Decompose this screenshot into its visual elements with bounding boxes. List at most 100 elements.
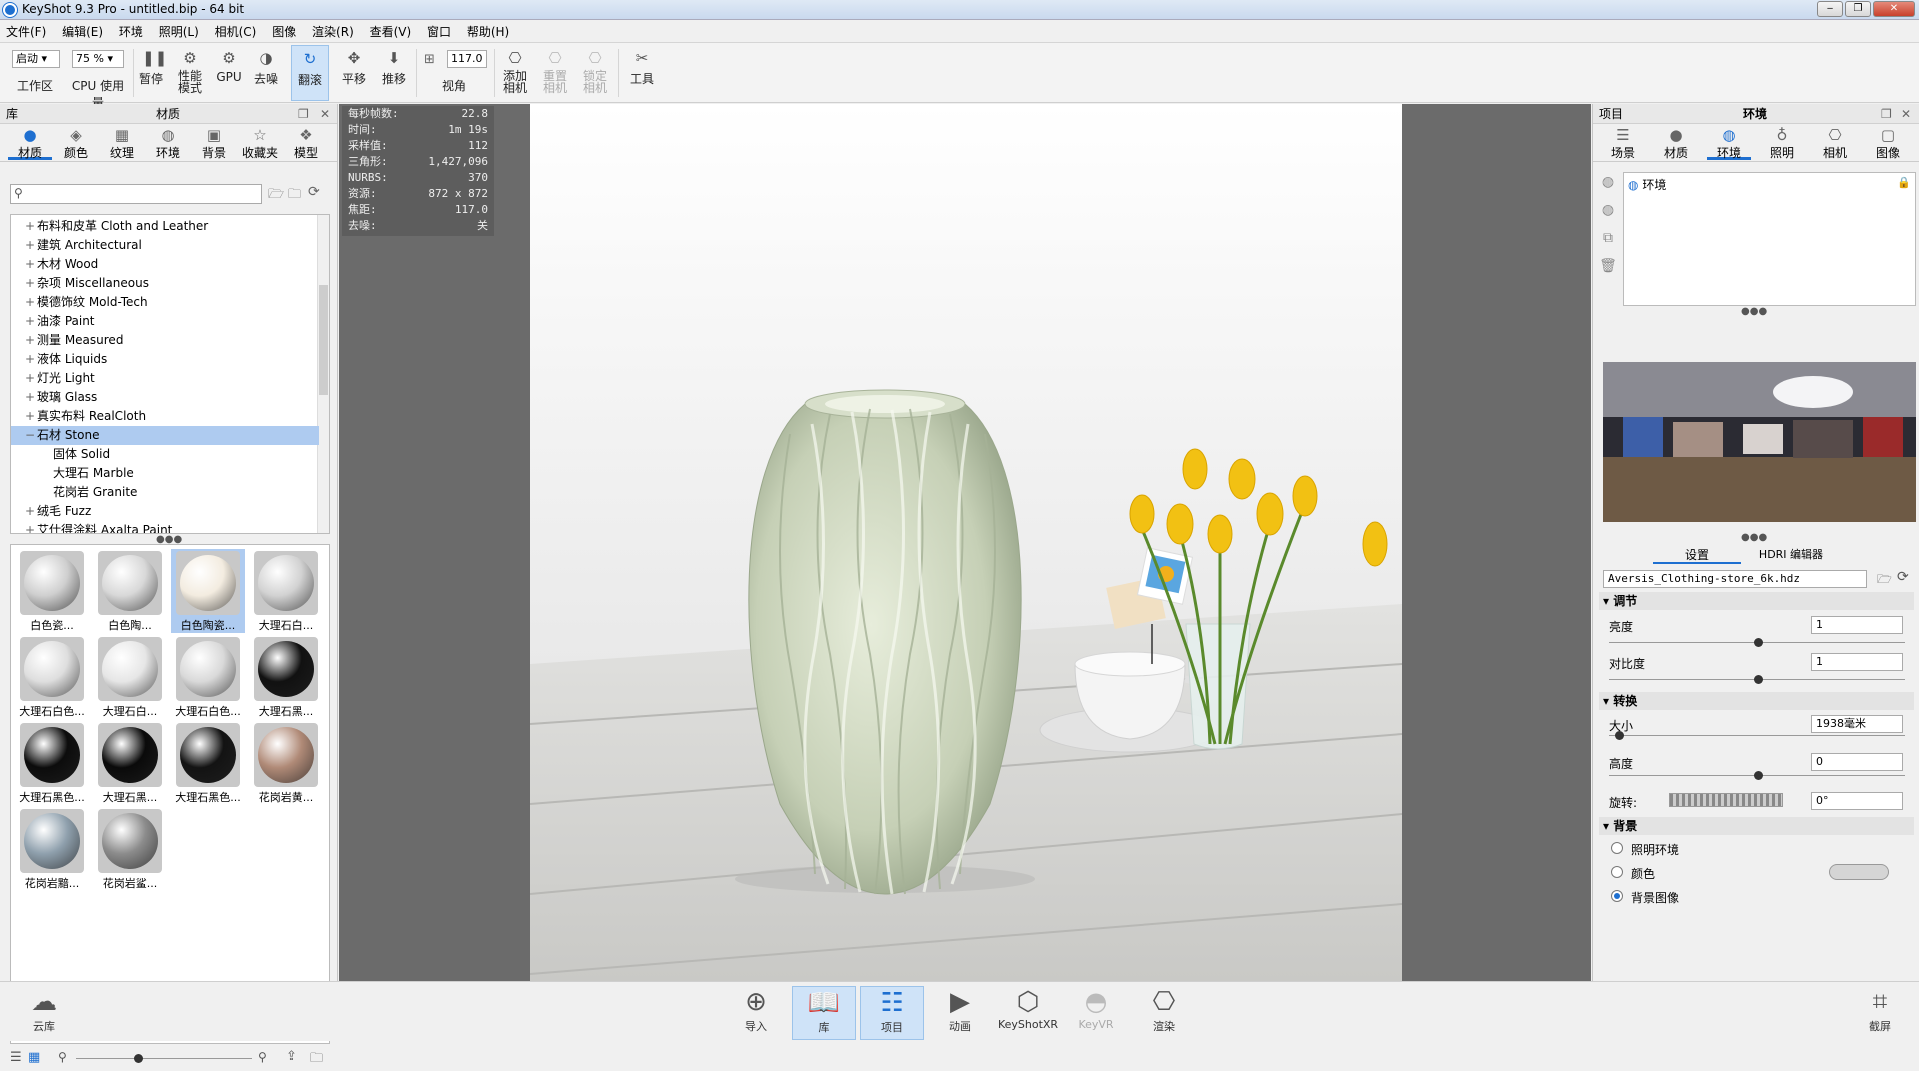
tree-item[interactable]: + 艾仕得涂料 Axalta Paint — [11, 521, 319, 533]
size-slider[interactable] — [1609, 735, 1905, 736]
workspace-combo[interactable]: 启动 ▾ — [12, 50, 60, 68]
denoise-button[interactable]: ◑ 去噪 — [250, 49, 282, 87]
subtab-hdri-editor[interactable]: HDRI 编辑器 — [1743, 546, 1839, 564]
menu-lighting[interactable]: 照明(L) — [153, 21, 205, 43]
rotation-input[interactable]: 0° — [1811, 792, 1903, 810]
expand-icon[interactable]: + — [23, 312, 37, 331]
menu-view[interactable]: 查看(V) — [364, 21, 418, 43]
material-thumbnail[interactable]: 花岗岩鲨... — [93, 807, 167, 891]
bg-image-radio[interactable] — [1611, 890, 1623, 902]
splitter-handle[interactable]: ●●● — [1741, 306, 1767, 317]
tree-item[interactable]: + 液体 Liquids — [11, 350, 319, 369]
rotation-dial[interactable] — [1669, 793, 1783, 807]
material-thumbnail[interactable]: 大理石黑... — [249, 635, 323, 719]
project-button[interactable]: ☷ 项目 — [860, 986, 924, 1040]
float-panel-icon[interactable]: ❐ — [1881, 104, 1892, 124]
tab-colors[interactable]: ◈ 颜色 — [54, 126, 98, 161]
material-thumbnail[interactable]: 白色陶... — [93, 549, 167, 633]
material-thumbnail[interactable]: 大理石黑... — [93, 721, 167, 805]
height-knob[interactable] — [1754, 771, 1763, 780]
thumbnail-size-knob[interactable] — [134, 1054, 143, 1063]
expand-icon[interactable]: + — [23, 236, 37, 255]
tree-item[interactable]: 花岗岩 Granite — [11, 483, 319, 502]
import-button[interactable]: ⊕ 导入 — [724, 986, 788, 1040]
screenshot-button[interactable]: ⌗ 截屏 — [1848, 986, 1912, 1040]
hdri-file-field[interactable]: Aversis_Clothing-store_6k.hdz — [1603, 570, 1867, 588]
material-thumbnail[interactable]: 大理石黑色... — [171, 721, 245, 805]
menu-file[interactable]: 文件(F) — [0, 21, 52, 43]
brightness-knob[interactable] — [1754, 638, 1763, 647]
close-panel-icon[interactable]: ✕ — [320, 104, 330, 124]
menu-edit[interactable]: 编辑(E) — [56, 21, 109, 43]
add-camera-button[interactable]: ⎔ 添加 相机 — [498, 49, 532, 94]
tab-favorites[interactable]: ☆ 收藏夹 — [238, 126, 282, 161]
material-thumbnail[interactable]: 白色瓷... — [15, 549, 89, 633]
maximize-button[interactable]: ❐ — [1845, 1, 1871, 17]
section-adjust[interactable]: ▾ 调节 — [1599, 592, 1914, 610]
tree-item[interactable]: + 玻璃 Glass — [11, 388, 319, 407]
tree-item[interactable]: + 测量 Measured — [11, 331, 319, 350]
render-button[interactable]: ⎔ 渲染 — [1132, 986, 1196, 1040]
close-button[interactable]: ✕ — [1873, 1, 1915, 17]
tree-item[interactable]: − 石材 Stone — [11, 426, 319, 445]
tools-button[interactable]: ✂ 工具 — [624, 49, 660, 87]
bg-color-radio[interactable] — [1611, 866, 1623, 878]
menu-image[interactable]: 图像 — [266, 21, 302, 43]
refresh-icon[interactable]: ⟳ — [308, 184, 320, 200]
tab-material[interactable]: ● 材质 — [1654, 126, 1698, 161]
expand-icon[interactable]: + — [23, 521, 37, 533]
tab-textures[interactable]: ▦ 纹理 — [100, 126, 144, 161]
fov-input[interactable]: 117.0 — [447, 50, 487, 68]
tab-lighting[interactable]: ♁ 照明 — [1760, 126, 1804, 161]
tree-item[interactable]: + 真实布料 RealCloth — [11, 407, 319, 426]
animation-button[interactable]: ▶ 动画 — [928, 986, 992, 1040]
expand-icon[interactable]: + — [23, 255, 37, 274]
contrast-input[interactable]: 1 — [1811, 653, 1903, 671]
minimize-button[interactable]: ‒ — [1817, 1, 1843, 17]
material-thumbnail[interactable]: 大理石白色... — [171, 635, 245, 719]
menu-window[interactable]: 窗口 — [421, 21, 457, 43]
size-knob[interactable] — [1615, 731, 1624, 740]
brightness-input[interactable]: 1 — [1811, 616, 1903, 634]
tab-environments[interactable]: ◍ 环境 — [146, 126, 190, 161]
add-folder-icon[interactable]: 🗀 — [288, 185, 301, 207]
keyvr-button[interactable]: ◓ KeyVR — [1064, 986, 1128, 1040]
environment-list-item[interactable]: ◍ 环境 — [1628, 176, 1666, 193]
zoom-in-icon[interactable]: ⚲ — [258, 1050, 267, 1064]
cloud-library-button[interactable]: ☁ 云库 — [12, 986, 76, 1040]
section-background[interactable]: ▾ 背景 — [1599, 817, 1914, 835]
library-button[interactable]: 📖 库 — [792, 986, 856, 1040]
tree-item[interactable]: + 建筑 Architectural — [11, 236, 319, 255]
material-thumbnail[interactable]: 白色陶瓷... — [171, 549, 245, 633]
expand-icon[interactable]: + — [23, 331, 37, 350]
expand-icon[interactable]: + — [23, 350, 37, 369]
lock-camera-button[interactable]: ⎔ 锁定 相机 — [578, 49, 612, 94]
float-panel-icon[interactable]: ❐ — [298, 104, 309, 124]
tab-models[interactable]: ❖ 模型 — [284, 126, 328, 161]
section-transform[interactable]: ▾ 转换 — [1599, 692, 1914, 710]
menu-render[interactable]: 渲染(R) — [306, 21, 360, 43]
height-input[interactable]: 0 — [1811, 753, 1903, 771]
expand-icon[interactable]: + — [23, 217, 37, 236]
tree-item[interactable]: + 绒毛 Fuzz — [11, 502, 319, 521]
material-thumbnail[interactable]: 大理石白... — [249, 549, 323, 633]
tree-item[interactable]: + 木材 Wood — [11, 255, 319, 274]
open-folder-icon[interactable]: 🗁 — [1877, 570, 1892, 591]
refresh-icon[interactable]: ⟳ — [1897, 569, 1909, 585]
material-thumbnail[interactable]: 大理石白... — [93, 635, 167, 719]
menu-help[interactable]: 帮助(H) — [461, 21, 515, 43]
expand-icon[interactable]: + — [23, 293, 37, 312]
tree-item[interactable]: + 油漆 Paint — [11, 312, 319, 331]
expand-icon[interactable]: + — [23, 369, 37, 388]
grid-view-icon[interactable]: ▦ — [28, 1050, 40, 1065]
tumble-button[interactable]: ↻ 翻滚 — [291, 45, 329, 101]
menu-environment[interactable]: 环境 — [113, 21, 149, 43]
tab-environment[interactable]: ◍ 环境 — [1707, 126, 1751, 160]
dolly-button[interactable]: ⬇ 推移 — [376, 49, 412, 87]
gpu-button[interactable]: ⚙ GPU — [214, 49, 244, 84]
tab-image[interactable]: ▢ 图像 — [1866, 126, 1910, 161]
performance-mode-button[interactable]: ⚙ 性能 模式 — [172, 49, 208, 94]
cpu-usage-combo[interactable]: 75 % ▾ — [72, 50, 124, 68]
subtab-settings[interactable]: 设置 — [1653, 546, 1741, 564]
tab-materials[interactable]: ● 材质 — [8, 126, 52, 160]
